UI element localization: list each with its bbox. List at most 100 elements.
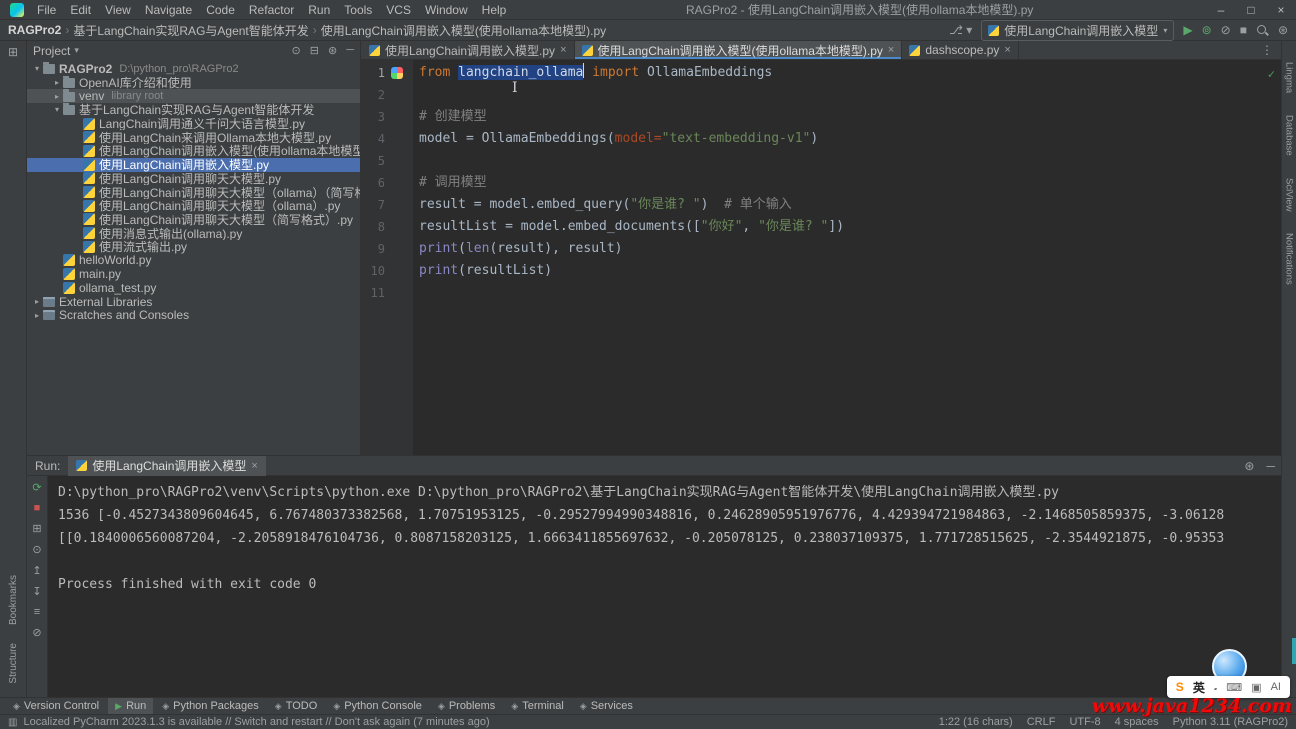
tree-item[interactable]: ▾基于LangChain实现RAG与Agent智能体开发 — [27, 103, 360, 117]
vcs-widget-icon[interactable]: ⎇ ▾ — [949, 23, 972, 37]
stripe-button-database[interactable]: Database — [1284, 115, 1295, 156]
panel-settings-icon[interactable]: ⊛ — [328, 44, 337, 57]
tool-window-button-run[interactable]: ▶Run — [108, 698, 153, 714]
project-stripe-icon[interactable]: ⊞ — [8, 45, 18, 59]
tree-item[interactable]: ollama_test.py — [27, 281, 360, 295]
minimize-button[interactable]: – — [1206, 3, 1236, 17]
menu-item-view[interactable]: View — [98, 3, 138, 17]
run-button[interactable]: ▶ — [1183, 23, 1192, 37]
tree-item[interactable]: 使用LangChain调用聊天大模型.py — [27, 172, 360, 186]
tool-window-button-terminal[interactable]: ◈Terminal — [504, 698, 571, 714]
status-item[interactable]: 1:22 (16 chars) — [939, 716, 1013, 728]
tree-item[interactable]: 使用LangChain调用聊天大模型（简写格式）.py — [27, 213, 360, 227]
menu-item-file[interactable]: File — [30, 3, 63, 17]
tree-item[interactable]: ▾RAGPro2D:\python_pro\RAGPro2 — [27, 62, 360, 76]
stop-button[interactable]: ■ — [1240, 23, 1247, 37]
structure-stripe-button[interactable]: Structure — [8, 643, 19, 684]
tree-item[interactable]: helloWorld.py — [27, 254, 360, 268]
breadcrumb-item[interactable]: 使用LangChain调用嵌入模型(使用ollama本地模型).py — [321, 22, 606, 39]
profiler-button[interactable]: ⊘ — [1221, 23, 1231, 37]
close-icon[interactable]: × — [888, 44, 894, 56]
tree-item[interactable]: 使用LangChain调用嵌入模型(使用ollama本地模型).py — [27, 144, 360, 158]
tool-window-button-services[interactable]: ◈Services — [573, 698, 640, 714]
tree-item[interactable]: ▸venvlibrary root — [27, 89, 360, 103]
expand-arrow-icon[interactable]: ▸ — [51, 78, 63, 87]
close-icon[interactable]: × — [1004, 44, 1010, 56]
locate-file-icon[interactable]: ⊙ — [292, 44, 301, 57]
close-icon[interactable]: × — [251, 460, 257, 472]
hide-run-panel-icon[interactable]: ─ — [1266, 459, 1275, 473]
tree-item[interactable]: ▸Scratches and Consoles — [27, 308, 360, 322]
rerun-icon[interactable]: ⟳ — [32, 481, 41, 494]
pin-icon[interactable]: ⊙ — [32, 543, 41, 556]
expand-arrow-icon[interactable]: ▾ — [31, 64, 43, 73]
tool-window-button-version-control[interactable]: ◈Version Control — [6, 698, 106, 714]
menu-item-refactor[interactable]: Refactor — [242, 3, 301, 17]
close-button[interactable]: × — [1266, 3, 1296, 17]
sogou-icon[interactable]: S — [1176, 680, 1184, 694]
run-configuration-select[interactable]: 使用LangChain调用嵌入模型 ▾ — [981, 20, 1174, 41]
inspections-ok-icon[interactable]: ✓ — [1268, 63, 1275, 85]
clear-console-icon[interactable]: ⊘ — [32, 626, 41, 639]
status-item[interactable]: UTF-8 — [1069, 716, 1100, 728]
stripe-button-lingma[interactable]: Lingma — [1284, 62, 1295, 93]
menu-item-vcs[interactable]: VCS — [379, 3, 418, 17]
tool-window-button-python-packages[interactable]: ◈Python Packages — [155, 698, 266, 714]
ime-language-indicator[interactable]: 英 — [1193, 679, 1205, 696]
stripe-button-sciview[interactable]: SciView — [1284, 178, 1295, 212]
expand-arrow-icon[interactable]: ▾ — [51, 105, 63, 114]
menu-item-navigate[interactable]: Navigate — [138, 3, 199, 17]
menu-item-tools[interactable]: Tools — [337, 3, 379, 17]
down-stack-icon[interactable]: ↧ — [32, 585, 41, 598]
status-message[interactable]: Localized PyCharm 2023.1.3 is available … — [23, 716, 489, 728]
status-item[interactable]: 4 spaces — [1115, 716, 1159, 728]
tree-item[interactable]: 使用消息式输出(ollama).py — [27, 226, 360, 240]
expand-arrow-icon[interactable]: ▸ — [51, 92, 63, 101]
editor[interactable]: 1from langchain_ollama import OllamaEmbe… — [361, 60, 1281, 455]
breadcrumb-item[interactable]: 基于LangChain实现RAG与Agent智能体开发 — [73, 22, 308, 39]
expand-arrow-icon[interactable]: ▸ — [31, 297, 43, 306]
tree-item[interactable]: 使用LangChain调用聊天大模型（ollama）（简写格式）.py — [27, 185, 360, 199]
soft-wrap-icon[interactable]: ≡ — [34, 606, 40, 618]
status-item[interactable]: Python 3.11 (RAGPro2) — [1173, 716, 1288, 728]
menu-item-run[interactable]: Run — [301, 3, 337, 17]
project-panel-title[interactable]: Project — [33, 44, 70, 58]
editor-tab[interactable]: 使用LangChain调用嵌入模型.py× — [362, 41, 575, 59]
tool-window-button-problems[interactable]: ◈Problems — [431, 698, 502, 714]
menu-item-code[interactable]: Code — [199, 3, 242, 17]
tool-window-button-todo[interactable]: ◈TODO — [268, 698, 325, 714]
run-tab[interactable]: 使用LangChain调用嵌入模型 × — [68, 456, 266, 476]
more-tabs-icon[interactable]: ⋮ — [1253, 43, 1281, 57]
hide-panel-icon[interactable]: ─ — [346, 44, 354, 57]
editor-tab[interactable]: 使用LangChain调用嵌入模型(使用ollama本地模型).py× — [575, 41, 903, 59]
breadcrumb-item[interactable]: RAGPro2 — [8, 23, 61, 37]
chevron-down-icon[interactable]: ▾ — [74, 45, 79, 56]
run-console-output[interactable]: D:\python_pro\RAGPro2\venv\Scripts\pytho… — [48, 476, 1281, 697]
keyboard-icon[interactable]: ⌨ — [1226, 681, 1242, 694]
close-icon[interactable]: × — [560, 44, 566, 56]
search-everywhere-icon[interactable] — [1256, 24, 1269, 37]
ime-ai-button[interactable]: AI — [1271, 681, 1281, 693]
editor-tab[interactable]: dashscope.py× — [902, 41, 1019, 59]
menu-item-help[interactable]: Help — [475, 3, 514, 17]
tree-item[interactable]: 使用LangChain调用嵌入模型.py — [27, 158, 360, 172]
maximize-button[interactable]: □ — [1236, 3, 1266, 17]
lingma-gutter-icon[interactable] — [391, 67, 403, 79]
run-settings-icon[interactable]: ⊛ — [1244, 459, 1254, 473]
tool-window-button-python-console[interactable]: ◈Python Console — [326, 698, 429, 714]
status-item[interactable]: CRLF — [1027, 716, 1056, 728]
tree-item[interactable]: LangChain调用通义千问大语言模型.py — [27, 117, 360, 131]
tree-item[interactable]: main.py — [27, 267, 360, 281]
tree-item[interactable]: 使用LangChain调用聊天大模型（ollama）.py — [27, 199, 360, 213]
bookmarks-stripe-button[interactable]: Bookmarks — [8, 575, 19, 625]
debug-button[interactable]: ⊚ — [1202, 23, 1212, 37]
tree-item[interactable]: 使用LangChain来调用Ollama本地大模型.py — [27, 130, 360, 144]
stop-process-icon[interactable]: ■ — [34, 502, 41, 514]
tree-item[interactable]: ▸External Libraries — [27, 295, 360, 309]
restore-layout-icon[interactable]: ⊞ — [32, 522, 41, 535]
settings-gear-icon[interactable]: ⊛ — [1278, 23, 1288, 37]
menu-item-window[interactable]: Window — [418, 3, 475, 17]
tree-item[interactable]: 使用流式输出.py — [27, 240, 360, 254]
collapse-all-icon[interactable]: ⊟ — [310, 44, 319, 57]
stripe-button-notifications[interactable]: Notifications — [1284, 233, 1295, 285]
